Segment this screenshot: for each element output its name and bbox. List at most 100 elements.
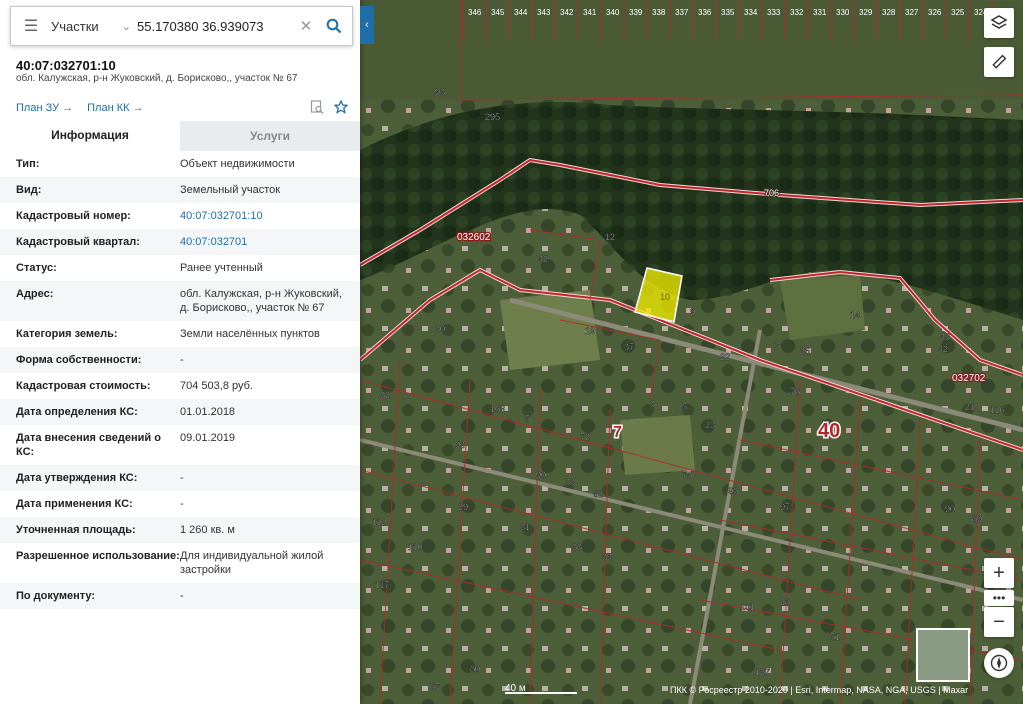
search-input[interactable]: 55.170380 36.939073 xyxy=(137,19,296,34)
info-row: Форма собственности: - xyxy=(0,347,360,373)
parcel-number: 116 xyxy=(990,405,1004,415)
info-key: Кадастровая стоимость: xyxy=(16,380,151,392)
parcel-number: 22 xyxy=(720,352,730,362)
quarter-label: 032602 xyxy=(457,232,491,243)
info-value[interactable]: 40:07:032701 xyxy=(180,235,350,249)
layer-select[interactable]: Участки ⌄ xyxy=(51,19,137,34)
plan-zu-link[interactable]: План ЗУ → xyxy=(16,102,73,114)
star-icon[interactable] xyxy=(334,100,348,114)
parcel-number: 338 xyxy=(652,8,666,17)
info-key: Дата определения КС: xyxy=(16,406,138,418)
parcel-number: 3 xyxy=(650,399,655,409)
parcel-number: 117 xyxy=(375,580,389,590)
parcel-number: 96 xyxy=(728,486,738,496)
ruler-button[interactable] xyxy=(984,47,1014,77)
parcel-number: 5 xyxy=(525,414,530,424)
quarter-label: 032702 xyxy=(952,373,986,384)
info-table: Тип: Объект недвижимости Вид: Земельный уча… xyxy=(0,151,360,609)
info-key: Категория земель: xyxy=(16,328,118,340)
info-row: Категория земель: Земли населённых пункто… xyxy=(0,321,360,347)
zoom-out-button[interactable]: − xyxy=(984,607,1014,637)
compass-button[interactable] xyxy=(984,648,1014,678)
parcel-number: 331 xyxy=(813,8,827,17)
tab-info[interactable]: Информация xyxy=(0,121,180,151)
parcel-number: 332 xyxy=(790,8,804,17)
parcel-number: 112 xyxy=(372,517,386,527)
parcel-number: 341 xyxy=(583,8,597,17)
info-row: Уточненная площадь: 1 260 кв. м xyxy=(0,517,360,543)
basemap-thumbnail[interactable] xyxy=(916,628,970,682)
parcel-number: 342 xyxy=(560,8,574,17)
chevron-down-icon: ⌄ xyxy=(121,20,131,33)
info-value: 704 503,8 руб. xyxy=(180,380,253,392)
info-row: Дата применения КС: - xyxy=(0,491,360,517)
zoom-in-button[interactable]: + xyxy=(984,558,1014,588)
info-key: Адрес: xyxy=(16,288,54,300)
info-key: Форма собственности: xyxy=(16,354,142,366)
info-value[interactable]: 40:07:032701:10 xyxy=(180,209,350,223)
info-key: Вид: xyxy=(16,184,42,196)
info-value: - xyxy=(180,590,184,602)
block-label: 40 xyxy=(818,420,840,442)
parcel-number: 5 xyxy=(682,402,687,412)
collapse-panel-button[interactable]: ‹ xyxy=(360,6,374,44)
layers-button[interactable] xyxy=(984,8,1014,38)
info-row: Дата определения КС: 01.01.2018 xyxy=(0,399,360,425)
info-row: По документу: - xyxy=(0,583,360,609)
clear-icon[interactable]: ✕ xyxy=(296,17,316,35)
parcel-number: 325 xyxy=(951,8,965,17)
info-panel: ☰ Участки ⌄ 55.170380 36.939073 ✕ 40:07:… xyxy=(0,0,360,704)
parcel-number: 31 xyxy=(520,522,530,532)
parcel-number: 333 xyxy=(767,8,781,17)
parcel-number: 12 xyxy=(605,232,615,242)
parcel-number: 42 xyxy=(938,344,948,354)
parcel-number: 26 xyxy=(800,346,810,356)
map-view[interactable]: 346 345 344 343 342 341 340 339 338 337 336 335 334 3… xyxy=(360,0,1023,704)
menu-icon[interactable]: ☰ xyxy=(11,7,51,45)
parcel-number: 339 xyxy=(629,8,643,17)
parcel-number: 34 xyxy=(602,552,612,562)
parcel-number: 163 xyxy=(490,404,505,414)
parcel-number: 51 xyxy=(830,632,840,642)
selected-parcel-label: 10 xyxy=(660,292,670,302)
parcel-number: 19 xyxy=(585,326,595,336)
info-key: Уточненная площадь: xyxy=(16,524,136,536)
document-search-icon[interactable] xyxy=(310,100,324,114)
info-row: Адрес: обл. Калужская, р-н Жуковский, д. … xyxy=(0,281,360,321)
layers-icon xyxy=(990,15,1008,29)
parcel-number: 336 xyxy=(698,8,712,17)
info-row: Разрешенное использование: Для индивидуал… xyxy=(0,543,360,583)
parcel-number: 329 xyxy=(859,8,873,17)
info-value: - xyxy=(180,354,184,366)
search-button[interactable] xyxy=(316,18,352,34)
plan-kk-link[interactable]: План КК → xyxy=(87,102,143,114)
satellite-map[interactable]: 346 345 344 343 342 341 340 339 338 337 336 335 334 3… xyxy=(360,0,1023,704)
parcel-number: 21 xyxy=(965,402,975,412)
parcel-number: 343 xyxy=(537,8,551,17)
search-icon xyxy=(326,18,342,34)
parcel-number: 9 xyxy=(690,307,695,317)
parcel-number: 334 xyxy=(744,8,758,17)
parcel-number: 3 xyxy=(775,340,780,350)
info-key: Статус: xyxy=(16,262,57,274)
parcel-number: 110 xyxy=(408,542,422,552)
info-key: Дата утверждения КС: xyxy=(16,472,138,484)
more-icon[interactable]: ••• xyxy=(984,590,1014,606)
info-value: 09.01.2019 xyxy=(180,432,236,444)
parcel-number: 80 xyxy=(470,664,480,674)
parcel-number: 32 xyxy=(380,390,390,400)
parcel-number: 340 xyxy=(606,8,620,17)
parcel-number: 101 xyxy=(740,602,755,612)
info-row: Дата утверждения КС: - xyxy=(0,465,360,491)
parcel-number: 328 xyxy=(882,8,896,17)
info-row: Вид: Земельный участок xyxy=(0,177,360,203)
object-address: обл. Калужская, р-н Жуковский, д. Бориск… xyxy=(16,73,298,84)
tab-services[interactable]: Услуги xyxy=(180,121,360,151)
search-bar: ☰ Участки ⌄ 55.170380 36.939073 ✕ xyxy=(10,6,353,46)
info-value: Для индивидуальной жилой застройки xyxy=(180,550,324,576)
panel-actions xyxy=(310,100,348,114)
parcel-number: 330 xyxy=(836,8,850,17)
info-value: Земли населённых пунктов xyxy=(180,328,320,340)
parcel-number: 82 xyxy=(593,489,603,499)
info-value: Земельный участок xyxy=(180,184,281,196)
